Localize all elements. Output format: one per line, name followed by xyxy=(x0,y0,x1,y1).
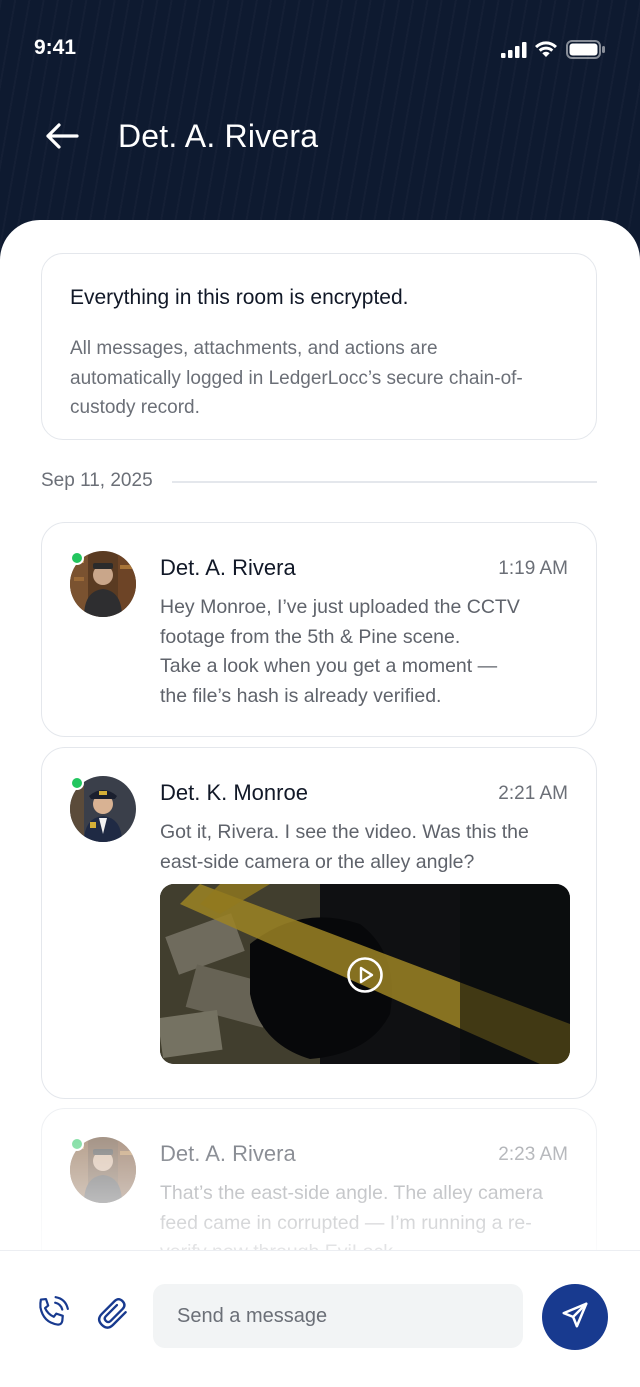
online-indicator xyxy=(70,1137,84,1151)
avatar[interactable] xyxy=(70,776,136,842)
message-input[interactable] xyxy=(153,1284,523,1348)
message-text: Got it, Rivera. I see the video. Was thi… xyxy=(160,821,529,873)
date-separator: Sep 11, 2025 xyxy=(41,470,153,491)
chat-title: Det. A. Rivera xyxy=(118,118,319,154)
avatar[interactable] xyxy=(70,1137,136,1203)
signal-icon xyxy=(501,42,527,63)
video-attachment[interactable] xyxy=(160,884,570,1064)
back-button[interactable] xyxy=(40,116,84,160)
date-divider xyxy=(172,481,597,483)
message-time: 2:21 AM xyxy=(498,783,568,804)
play-circle-icon[interactable] xyxy=(346,956,384,994)
message-composer xyxy=(0,1250,640,1387)
message-card[interactable]: Det. K. Monroe 2:21 AM Got it, Rivera. I… xyxy=(41,747,597,1099)
avatar[interactable] xyxy=(70,551,136,617)
send-icon xyxy=(560,1300,590,1335)
message-text: Hey Monroe, I’ve just uploaded the CCTV … xyxy=(160,596,520,707)
message-time: 1:19 AM xyxy=(498,558,568,579)
paperclip-icon[interactable] xyxy=(93,1293,133,1333)
online-indicator xyxy=(70,776,84,790)
status-time: 9:41 xyxy=(34,36,77,59)
battery-icon xyxy=(566,40,606,64)
banner-body: All messages, attachments, and actions a… xyxy=(70,338,523,418)
phone-call-icon[interactable] xyxy=(32,1293,72,1333)
online-indicator xyxy=(70,551,84,565)
sender-name: Det. A. Rivera xyxy=(160,1141,296,1166)
banner-title: Everything in this room is encrypted. xyxy=(70,286,409,309)
message-card[interactable]: Det. A. Rivera 1:19 AM Hey Monroe, I’ve … xyxy=(41,522,597,737)
sender-name: Det. K. Monroe xyxy=(160,780,308,805)
wifi-icon xyxy=(534,40,558,63)
arrow-left-icon xyxy=(44,122,80,155)
message-time: 2:23 AM xyxy=(498,1144,568,1165)
encryption-banner: Everything in this room is encrypted. Al… xyxy=(41,253,597,440)
sender-name: Det. A. Rivera xyxy=(160,555,296,580)
send-button[interactable] xyxy=(542,1284,608,1350)
